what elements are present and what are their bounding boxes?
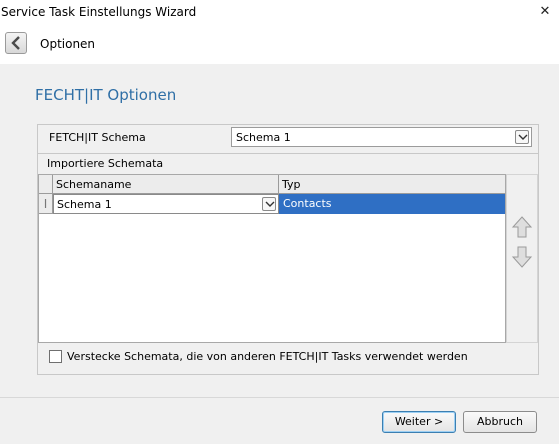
- arrow-up-icon: [511, 216, 533, 238]
- reorder-panel: [506, 174, 538, 343]
- schema-label: FETCH|IT Schema: [49, 131, 146, 144]
- grid-header: Schemaname Typ: [39, 175, 505, 194]
- chevron-down-icon: [265, 201, 275, 207]
- footer: Weiter > Abbruch: [0, 397, 559, 444]
- schema-select-value: Schema 1: [236, 131, 291, 144]
- page-title: FECHT|IT Optionen: [35, 86, 177, 104]
- dropdown-button[interactable]: [515, 130, 529, 144]
- schema-grid[interactable]: Schemaname Typ I Schema 1 Contacts: [38, 174, 506, 343]
- row-indicator-header: [39, 175, 53, 194]
- nav-row: Optionen: [0, 30, 559, 58]
- move-down-button[interactable]: [511, 245, 533, 269]
- next-button[interactable]: Weiter >: [382, 411, 456, 433]
- chevron-down-icon: [518, 134, 528, 140]
- arrow-down-icon: [511, 246, 533, 268]
- cancel-button[interactable]: Abbruch: [463, 411, 537, 433]
- schemaname-cell-value: Schema 1: [57, 198, 112, 211]
- row-edit-indicator: I: [39, 194, 53, 214]
- chevron-left-icon: [11, 36, 20, 50]
- hide-schemas-label[interactable]: Verstecke Schemata, die von anderen FETC…: [67, 350, 468, 363]
- import-group-label: Importiere Schemata: [38, 153, 538, 173]
- breadcrumb: Optionen: [40, 37, 96, 51]
- schema-select[interactable]: Schema 1: [231, 127, 532, 147]
- back-button[interactable]: [5, 32, 27, 54]
- cell-dropdown-button[interactable]: [262, 197, 276, 211]
- options-panel: FETCH|IT Schema Schema 1 Importiere Sche…: [37, 124, 539, 375]
- schemaname-cell-select[interactable]: Schema 1: [53, 194, 279, 214]
- title-bar: Service Task Einstellungs Wizard ✕: [0, 0, 559, 26]
- column-header-schemaname[interactable]: Schemaname: [53, 175, 279, 194]
- close-icon[interactable]: ✕: [535, 3, 555, 21]
- typ-cell[interactable]: Contacts: [279, 194, 505, 214]
- column-header-typ[interactable]: Typ: [279, 175, 505, 194]
- table-row[interactable]: I Schema 1 Contacts: [39, 194, 505, 214]
- hide-schemas-checkbox[interactable]: [49, 350, 62, 363]
- move-up-button[interactable]: [511, 215, 533, 239]
- window-title: Service Task Einstellungs Wizard: [1, 5, 197, 19]
- content-area: FECHT|IT Optionen FETCH|IT Schema Schema…: [0, 64, 559, 397]
